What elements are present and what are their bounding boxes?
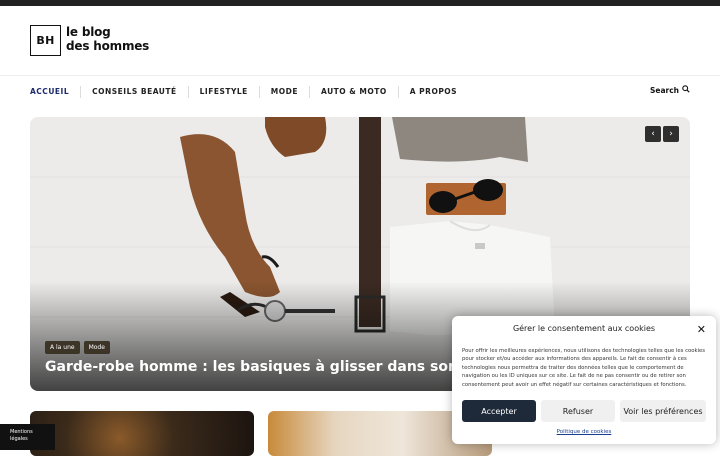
- accept-button[interactable]: Accepter: [462, 400, 536, 422]
- article-card-1[interactable]: [30, 411, 254, 456]
- nav-item-auto-moto[interactable]: AUTO & MOTO: [309, 86, 398, 98]
- logo-line2: des hommes: [66, 39, 150, 53]
- nav-item-mode[interactable]: MODE: [258, 86, 309, 98]
- chevron-right-icon: ›: [669, 129, 673, 139]
- close-icon[interactable]: ✕: [697, 323, 706, 336]
- logo-line1: le blog: [66, 25, 111, 39]
- logo-text[interactable]: le blog des hommes: [66, 25, 149, 53]
- cookie-policy-link[interactable]: Politique de cookies: [452, 429, 716, 435]
- search-button[interactable]: Search: [650, 85, 690, 97]
- logo-mark[interactable]: BH: [30, 25, 61, 56]
- main-nav: ACCUEIL CONSEILS BEAUTÉ LIFESTYLE MODE A…: [30, 85, 468, 99]
- nav-item-a-propos[interactable]: A PROPOS: [397, 86, 468, 98]
- mentions-line2: légales: [10, 436, 28, 442]
- nav-item-conseils-beaute[interactable]: CONSEILS BEAUTÉ: [80, 86, 188, 98]
- nav-item-lifestyle[interactable]: LIFESTYLE: [187, 86, 259, 98]
- cookie-title: Gérer le consentement aux cookies: [512, 324, 656, 333]
- cookie-consent-dialog: Gérer le consentement aux cookies ✕ Pour…: [452, 316, 716, 444]
- hero-tags: A la une Mode: [45, 341, 110, 354]
- nav-item-accueil[interactable]: ACCUEIL: [30, 86, 80, 98]
- slider-next-button[interactable]: ›: [663, 126, 679, 142]
- preferences-button[interactable]: Voir les préférences: [620, 400, 706, 422]
- mentions-legales-link[interactable]: Mentions légales: [0, 424, 55, 450]
- tag-a-la-une[interactable]: A la une: [45, 341, 80, 354]
- hero-title[interactable]: Garde-robe homme : les basiques à glisse…: [45, 359, 494, 375]
- logo-abbr: BH: [36, 34, 55, 47]
- cookie-description: Pour offrir les meilleures expériences, …: [462, 348, 706, 388]
- chevron-left-icon: ‹: [651, 129, 655, 139]
- refuse-button[interactable]: Refuser: [541, 400, 615, 422]
- slider-prev-button[interactable]: ‹: [645, 126, 661, 142]
- search-label: Search: [649, 86, 679, 95]
- mentions-line1: Mentions: [10, 429, 33, 435]
- site-header: BH le blog des hommes: [0, 6, 720, 76]
- tag-mode[interactable]: Mode: [83, 341, 110, 354]
- search-icon: [682, 85, 690, 97]
